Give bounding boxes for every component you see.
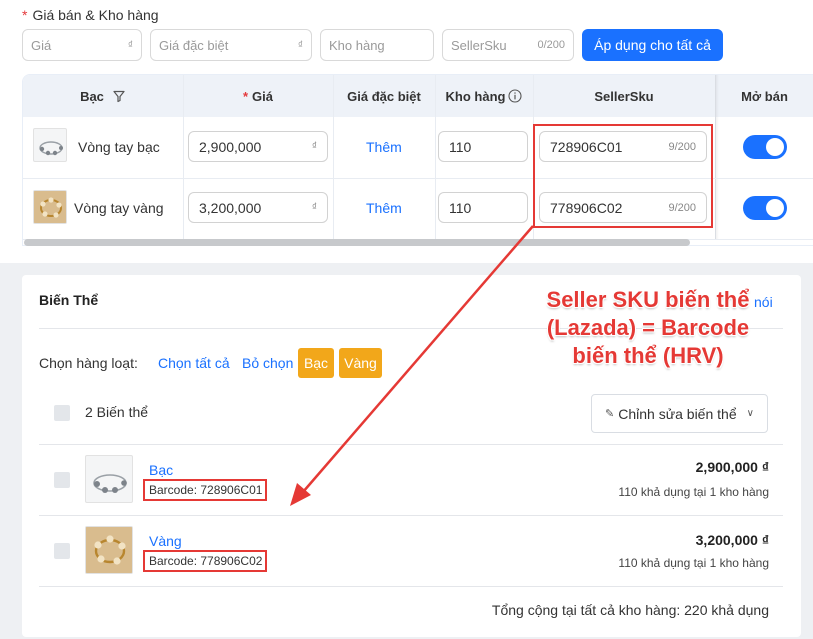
variant-stock: 110 khả dụng tại 1 kho hàng [618, 556, 769, 570]
variant-count: 2 Biến thể [85, 404, 149, 420]
price-input[interactable]: 2,900,000 ₫ [188, 131, 328, 162]
product-thumbnail-gold [33, 190, 67, 224]
bracelet-image [34, 191, 66, 223]
variant-thumbnail-silver [85, 455, 133, 503]
column-header-price: * Giá [242, 88, 274, 104]
column-divider [333, 75, 334, 239]
edit-variants-button[interactable]: ✎ Chỉnh sửa biến thể ∨ [591, 394, 768, 433]
variant-price: 2,900,000 ₫ [695, 459, 769, 475]
on-sale-toggle[interactable] [743, 196, 787, 220]
chevron-down-icon: ∨ [746, 408, 754, 419]
card-title: Biến Thể [39, 292, 99, 308]
stock-filter-input[interactable]: Kho hàng [320, 29, 434, 61]
pencil-icon: ✎ [605, 408, 615, 420]
bracelet-image [39, 141, 63, 156]
divider [39, 515, 783, 516]
select-all-checkbox[interactable] [54, 405, 70, 421]
product-name: Vòng tay bạc [78, 139, 160, 155]
variant-price: 3,200,000 ₫ [695, 532, 769, 548]
variant-name-link[interactable]: Bạc [149, 462, 173, 478]
bracelet-image [93, 474, 127, 493]
column-divider [435, 75, 436, 239]
annotation-callout: Seller SKU biến thể (Lazada) = Barcode b… [546, 287, 750, 368]
apply-all-button[interactable]: Áp dụng cho tất cả [582, 29, 723, 61]
filter-icon[interactable] [112, 89, 126, 103]
currency-icon: ₫ [127, 39, 133, 51]
section-title: * Giá bán & Kho hàng [22, 7, 159, 23]
special-price-filter-input[interactable]: Giá đặc biệt ₫ [150, 29, 312, 61]
variant-name-link[interactable]: Vàng [149, 533, 182, 549]
total-stock-summary: Tổng cộng tại tất cả kho hàng: 220 khả d… [491, 602, 769, 618]
currency-icon: ₫ [311, 202, 317, 213]
bulk-select-label: Chọn hàng loạt: [39, 355, 138, 371]
price-filter-input[interactable]: Giá ₫ [22, 29, 142, 61]
horizontal-scrollbar[interactable] [24, 239, 690, 246]
add-special-price-link[interactable]: Thêm [366, 139, 402, 155]
divider [39, 586, 783, 587]
select-all-link[interactable]: Chọn tất cả [158, 355, 230, 371]
sellersku-highlight-box [533, 124, 713, 228]
sticky-column-shadow [715, 75, 719, 239]
char-counter: 0/200 [537, 39, 565, 51]
column-header-on-sale: Mở bán [741, 88, 788, 104]
price-stock-panel: * Giá bán & Kho hàng Giá ₫ Giá đặc biệt ₫… [0, 0, 813, 255]
variant-checkbox[interactable] [54, 543, 70, 559]
column-header-stock: Kho hàng [435, 75, 533, 117]
variant-checkbox[interactable] [54, 472, 70, 488]
variant-stock: 110 khả dụng tại 1 kho hàng [618, 485, 769, 499]
barcode-highlight-box [143, 550, 267, 572]
stock-input[interactable]: 110 [438, 131, 528, 162]
column-header-sellersku: SellerSku [594, 88, 654, 104]
product-thumbnail-silver [33, 128, 67, 162]
barcode-highlight-box [143, 479, 267, 501]
variant-thumbnail-gold [85, 526, 133, 574]
product-name: Vòng tay vàng [74, 200, 164, 216]
info-icon[interactable] [508, 89, 523, 103]
currency-icon: ₫ [311, 141, 317, 152]
add-special-price-link[interactable]: Thêm [366, 200, 402, 216]
column-header-variant[interactable]: Bạc [23, 75, 183, 117]
chip-gold[interactable]: Vàng [339, 348, 382, 378]
toggle-knob [766, 199, 784, 217]
chip-silver[interactable]: Bạc [298, 348, 334, 378]
divider [39, 444, 783, 445]
stock-input[interactable]: 110 [438, 192, 528, 223]
sellersku-filter-input[interactable]: SellerSku 0/200 [442, 29, 574, 61]
price-input[interactable]: 3,200,000 ₫ [188, 192, 328, 223]
column-divider [183, 75, 184, 239]
deselect-link[interactable]: Bỏ chọn [242, 355, 293, 371]
column-header-special-price: Giá đặc biệt [347, 88, 421, 104]
on-sale-toggle[interactable] [743, 135, 787, 159]
currency-icon: ₫ [297, 39, 303, 51]
toggle-knob [766, 138, 784, 156]
bracelet-image [86, 527, 132, 573]
